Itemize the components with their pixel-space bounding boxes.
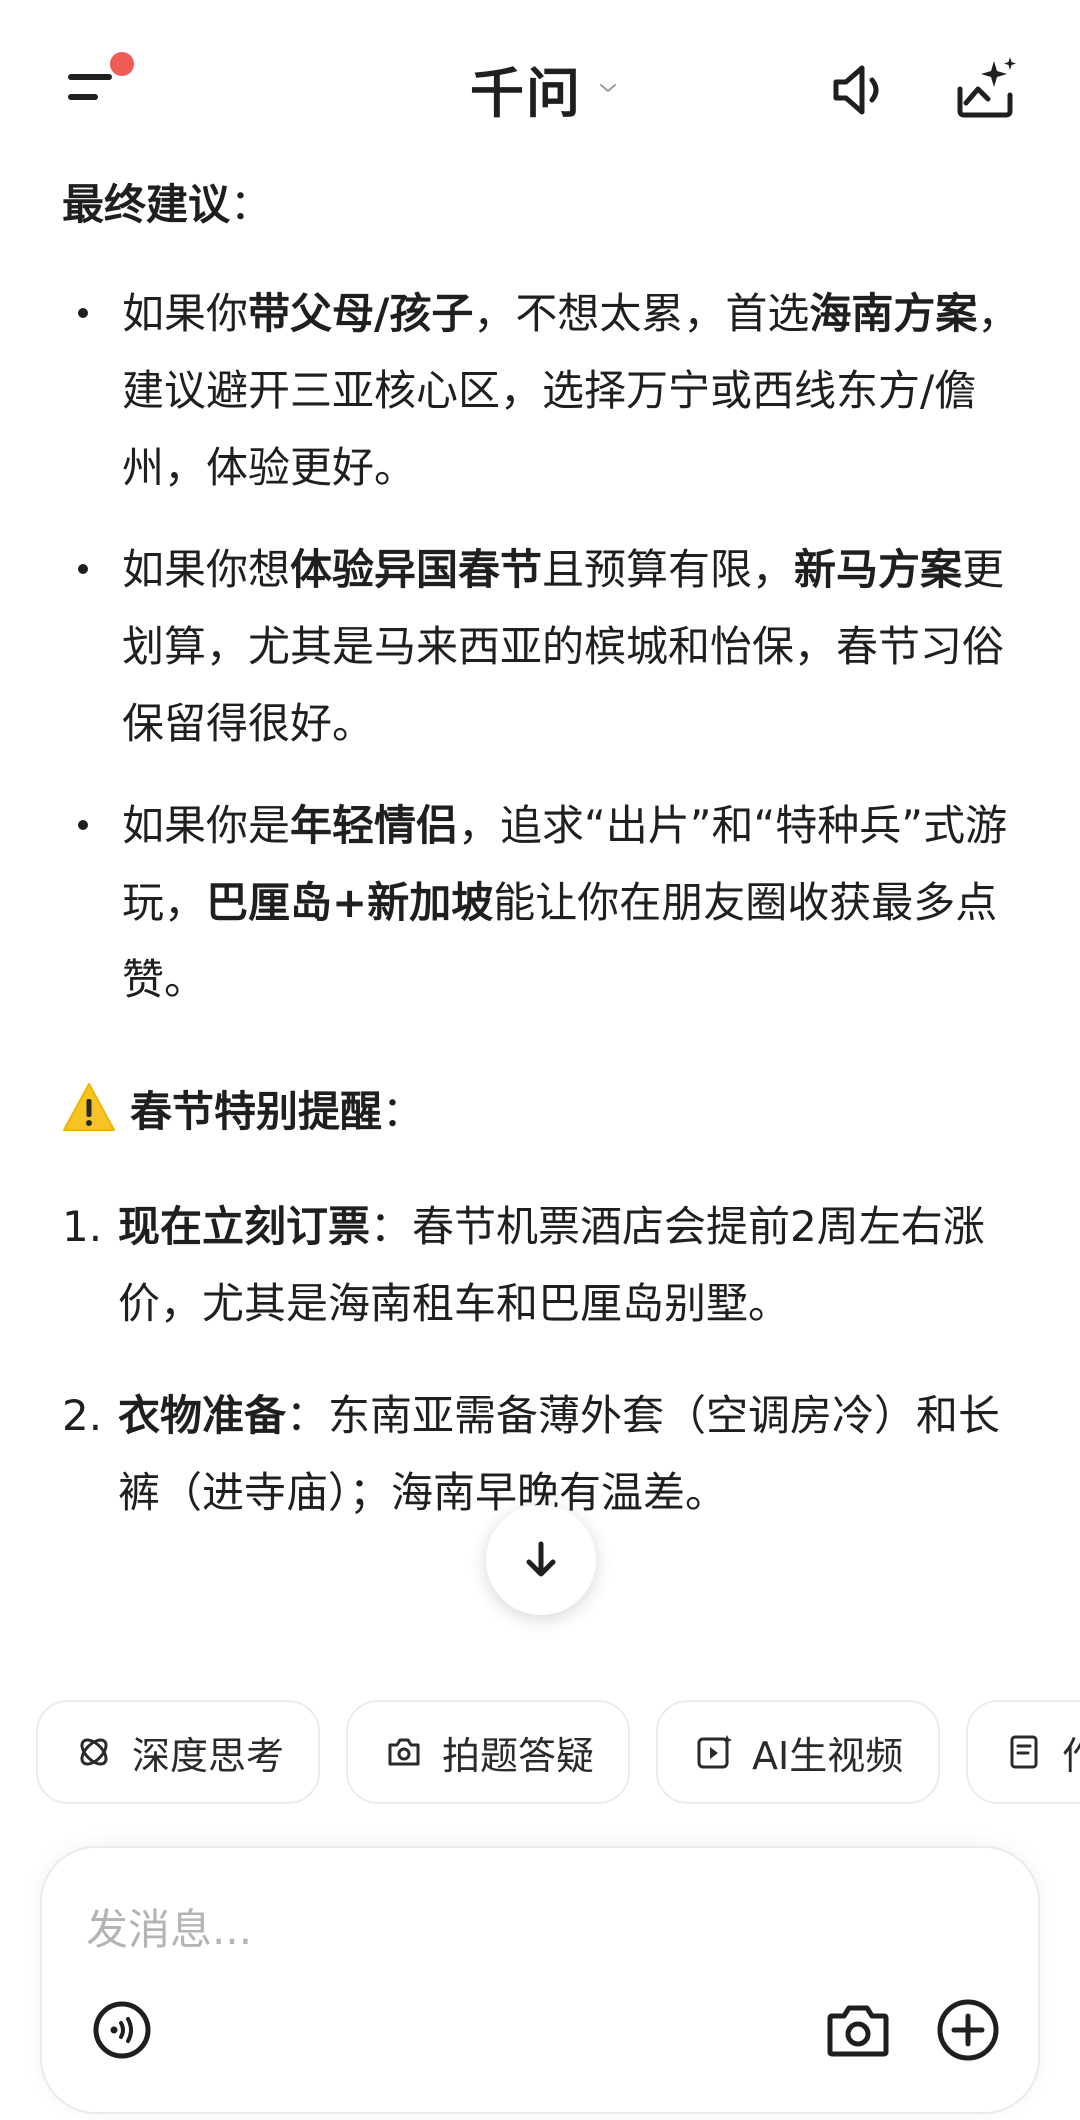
deep-think-icon <box>80 1738 108 1766</box>
sparkle-icon <box>957 57 1016 118</box>
voice-icon <box>93 2001 151 2059</box>
chevron-down-icon <box>600 84 616 92</box>
list-item: 如果你是年轻情侣，追求“出片”和“特种兵”式游玩，巴厘岛+新加坡能让你在朋友圈收… <box>62 787 1022 1018</box>
warning-icon <box>63 1083 115 1131</box>
arrow-down-icon <box>526 1541 556 1577</box>
list-item: 如果你带父母/孩子，不想太累，首选海南方案，建议避开三亚核心区，选择万宁或西线东… <box>62 275 1022 506</box>
speaker-icon <box>833 65 879 115</box>
new-chat-button[interactable] <box>945 50 1025 130</box>
quick-actions-bar: 深度思考 拍题答疑 AI生视频 作 <box>36 1700 1080 1808</box>
write-chip[interactable]: 作 <box>966 1700 1080 1804</box>
bullet-dot <box>78 820 88 830</box>
message-input[interactable]: 发消息... <box>86 1896 252 1957</box>
advice-list: 如果你带父母/孩子，不想太累，首选海南方案，建议避开三亚核心区，选择万宁或西线东… <box>62 275 1022 1018</box>
deep-think-chip[interactable]: 深度思考 <box>36 1700 320 1804</box>
menu-button[interactable] <box>58 52 138 122</box>
bullet-dot <box>78 308 88 318</box>
camera-button[interactable] <box>820 1992 896 2068</box>
reminder-heading: 春节特别提醒： <box>62 1068 1022 1148</box>
ai-video-icon <box>697 1735 732 1769</box>
ai-video-chip[interactable]: AI生视频 <box>656 1700 940 1804</box>
plus-circle-icon <box>937 1999 999 2061</box>
menu-icon-line <box>68 94 98 100</box>
final-advice-heading: 最终建议： <box>62 180 273 229</box>
assistant-message: 最终建议： 如果你带父母/孩子，不想太累，首选海南方案，建议避开三亚核心区，选择… <box>62 165 1022 1531</box>
document-icon <box>1010 1735 1038 1769</box>
list-item: 1. 现在立刻订票：春节机票酒店会提前2周左右涨价，尤其是海南租车和巴厘岛别墅。 <box>62 1202 985 1328</box>
app-title: 千问 <box>470 61 582 125</box>
add-attachment-button[interactable] <box>930 1992 1006 2068</box>
camera-icon <box>827 2005 889 2057</box>
bullet-dot <box>78 564 88 574</box>
menu-icon <box>68 74 112 80</box>
voice-input-button[interactable] <box>84 1992 160 2068</box>
notification-dot <box>110 52 134 76</box>
photo-question-chip[interactable]: 拍题答疑 <box>346 1700 630 1804</box>
list-item: 如果你想体验异国春节且预算有限，新马方案更划算，尤其是马来西亚的槟城和怡保，春节… <box>62 531 1022 762</box>
message-composer: 发消息... <box>40 1846 1040 2114</box>
scroll-to-bottom-button[interactable] <box>486 1505 596 1615</box>
read-aloud-button[interactable] <box>818 50 898 130</box>
model-selector[interactable]: 千问 <box>470 48 620 128</box>
reminder-list: 1. 现在立刻订票：春节机票酒店会提前2周左右涨价，尤其是海南租车和巴厘岛别墅。… <box>62 1188 1022 1531</box>
camera-question-icon <box>388 1738 420 1766</box>
top-bar: 千问 <box>0 0 1080 170</box>
